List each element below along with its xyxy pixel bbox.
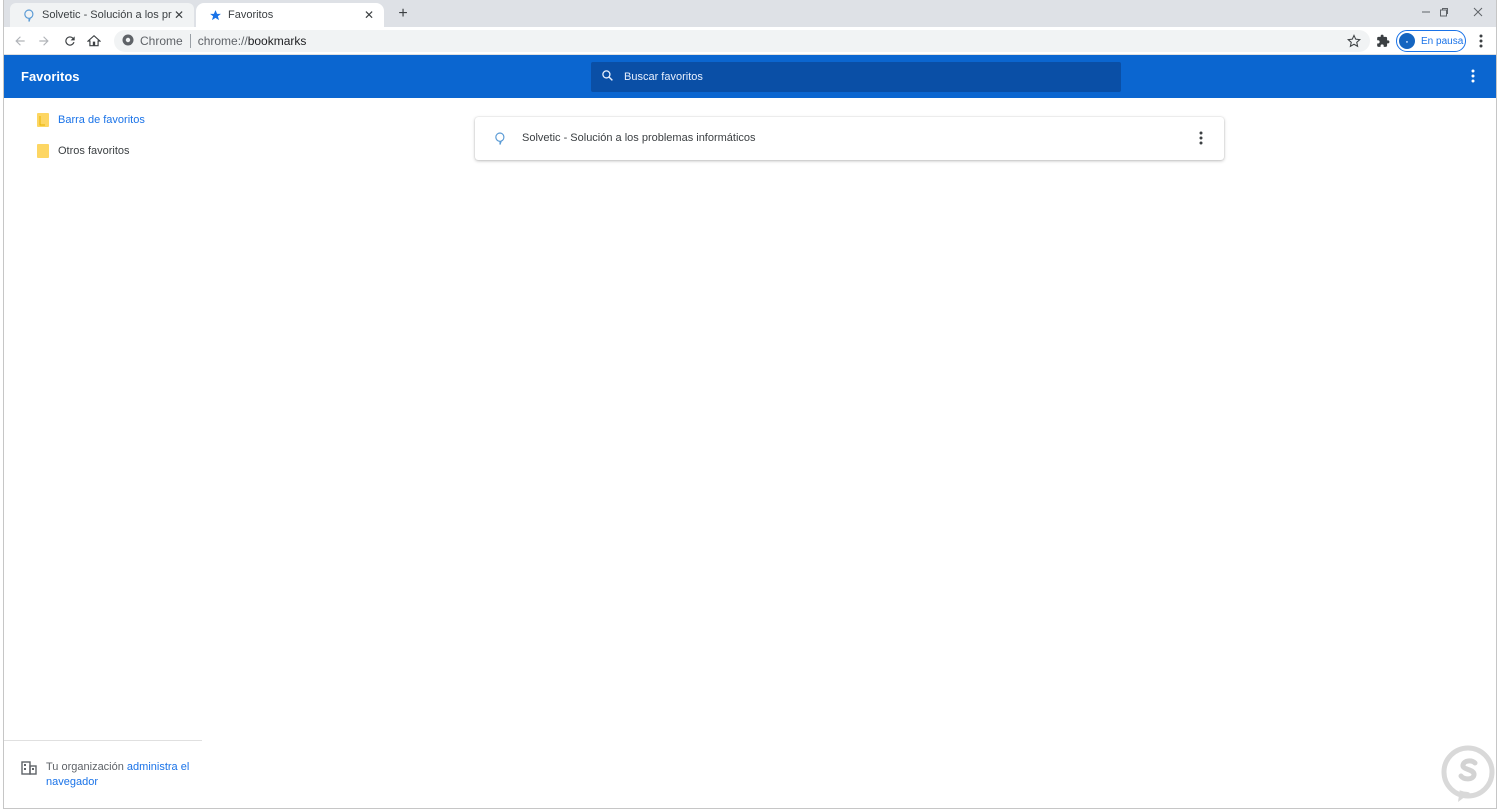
profile-paused-button[interactable]: ● En pausa: [1396, 30, 1466, 52]
tab-favoritos[interactable]: Favoritos ✕: [196, 3, 384, 27]
sidebar-item-label: Otros favoritos: [58, 145, 130, 157]
managed-text: Tu organización: [46, 761, 127, 773]
search-placeholder: Buscar favoritos: [624, 71, 703, 83]
managed-notice: Tu organización administra el navegador: [21, 760, 191, 790]
folder-icon: [37, 144, 49, 158]
tab-close-icon[interactable]: ✕: [172, 8, 186, 22]
back-arrow-icon[interactable]: [10, 31, 30, 51]
page-title: Favoritos: [21, 69, 80, 84]
sidebar-item-label: Barra de favoritos: [58, 114, 145, 126]
browser-window: Solvetic - Solución a los problemas info…: [3, 0, 1497, 809]
reload-icon[interactable]: [60, 31, 80, 51]
bookmark-list-item[interactable]: Solvetic - Solución a los problemas info…: [475, 117, 1224, 160]
star-icon: [208, 8, 222, 22]
forward-arrow-icon[interactable]: [34, 31, 54, 51]
solvetic-watermark-logo: [1441, 745, 1495, 802]
new-tab-button[interactable]: +: [392, 4, 414, 24]
close-window-icon[interactable]: [1460, 2, 1496, 22]
bookmark-title: Solvetic - Solución a los problemas info…: [522, 132, 756, 144]
organize-menu-icon[interactable]: [1464, 67, 1482, 85]
url-scheme: chrome://: [197, 34, 248, 48]
chrome-menu-icon[interactable]: [1472, 32, 1490, 50]
bookmarks-header: Favoritos Buscar favoritos: [4, 55, 1496, 98]
bookmark-star-icon[interactable]: [1346, 33, 1362, 49]
address-bar[interactable]: Chrome chrome://bookmarks: [114, 30, 1370, 52]
sidebar-item-barra-de-favoritos[interactable]: Barra de favoritos: [37, 110, 145, 130]
search-input[interactable]: Buscar favoritos: [591, 62, 1121, 92]
url-host: bookmarks: [247, 34, 307, 48]
sidebar-item-otros-favoritos[interactable]: Otros favoritos: [37, 141, 130, 161]
tab-title: Solvetic - Solución a los problemas info…: [42, 9, 172, 21]
site-chip: Chrome: [140, 34, 183, 48]
folder-open-icon: [37, 113, 49, 127]
home-icon[interactable]: [84, 31, 104, 51]
avatar: ●: [1399, 33, 1415, 49]
solvetic-favicon-icon: [493, 131, 507, 145]
divider: [4, 740, 202, 741]
solvetic-favicon-icon: [22, 8, 36, 22]
tab-strip: Solvetic - Solución a los problemas info…: [4, 0, 1496, 27]
browser-toolbar: Chrome chrome://bookmarks ● En pausa: [4, 27, 1496, 55]
tab-title: Favoritos: [228, 9, 274, 21]
building-icon: [21, 761, 37, 775]
extensions-puzzle-icon[interactable]: [1374, 32, 1392, 50]
bookmark-more-actions-icon[interactable]: [1192, 129, 1210, 147]
tab-close-icon[interactable]: ✕: [362, 8, 376, 22]
tab-solvetic[interactable]: Solvetic - Solución a los problemas info…: [10, 3, 194, 27]
chrome-logo-icon: [122, 34, 134, 49]
divider: [189, 34, 191, 48]
profile-status-label: En pausa: [1421, 35, 1464, 47]
search-icon: [601, 69, 614, 85]
restore-icon[interactable]: [1426, 2, 1462, 22]
